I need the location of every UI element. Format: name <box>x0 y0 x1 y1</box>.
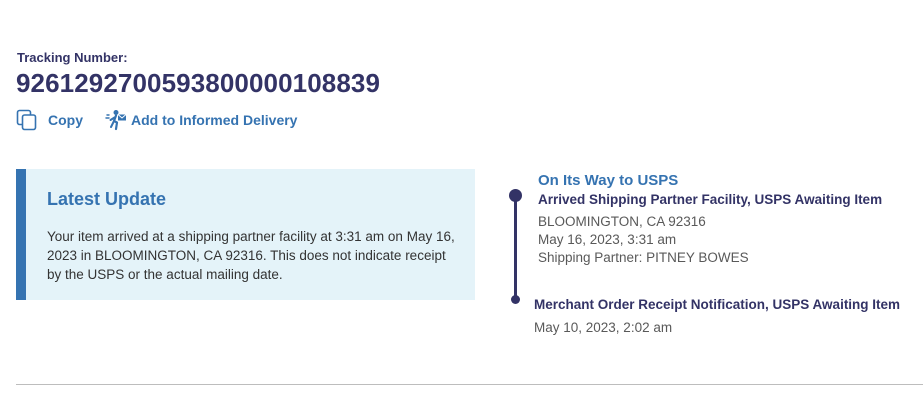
event-datetime: May 10, 2023, 2:02 am <box>534 320 673 335</box>
timeline-dot-past <box>511 295 520 304</box>
copy-icon <box>16 109 37 131</box>
tracking-number-label: Tracking Number: <box>17 50 128 65</box>
latest-update-title: Latest Update <box>47 189 167 209</box>
add-informed-delivery-button[interactable]: Add to Informed Delivery <box>83 109 297 131</box>
mail-carrier-icon <box>105 110 127 131</box>
event-location: BLOOMINGTON, CA 92316 <box>538 214 706 229</box>
informed-delivery-label: Add to Informed Delivery <box>131 112 298 128</box>
event-title: Merchant Order Receipt Notification, USP… <box>534 297 901 312</box>
status-heading-link[interactable]: On Its Way to USPS <box>538 172 678 189</box>
latest-update-panel: Latest Update Your item arrived at a shi… <box>16 169 475 300</box>
event-datetime: May 16, 2023, 3:31 am <box>538 232 677 247</box>
tracking-actions: Copy Add to Informed Delivery <box>16 109 297 131</box>
latest-update-body: Your item arrived at a shipping partner … <box>47 229 455 282</box>
event-partner: Shipping Partner: PITNEY BOWES <box>538 250 749 265</box>
event-title: Arrived Shipping Partner Facility, USPS … <box>538 192 883 207</box>
section-divider <box>16 384 923 385</box>
copy-label: Copy <box>48 112 83 128</box>
timeline-dot-current <box>509 189 522 202</box>
timeline-line <box>514 196 517 300</box>
tracking-number: 9261292700593800000108839 <box>16 68 380 98</box>
copy-button[interactable]: Copy <box>16 109 83 131</box>
